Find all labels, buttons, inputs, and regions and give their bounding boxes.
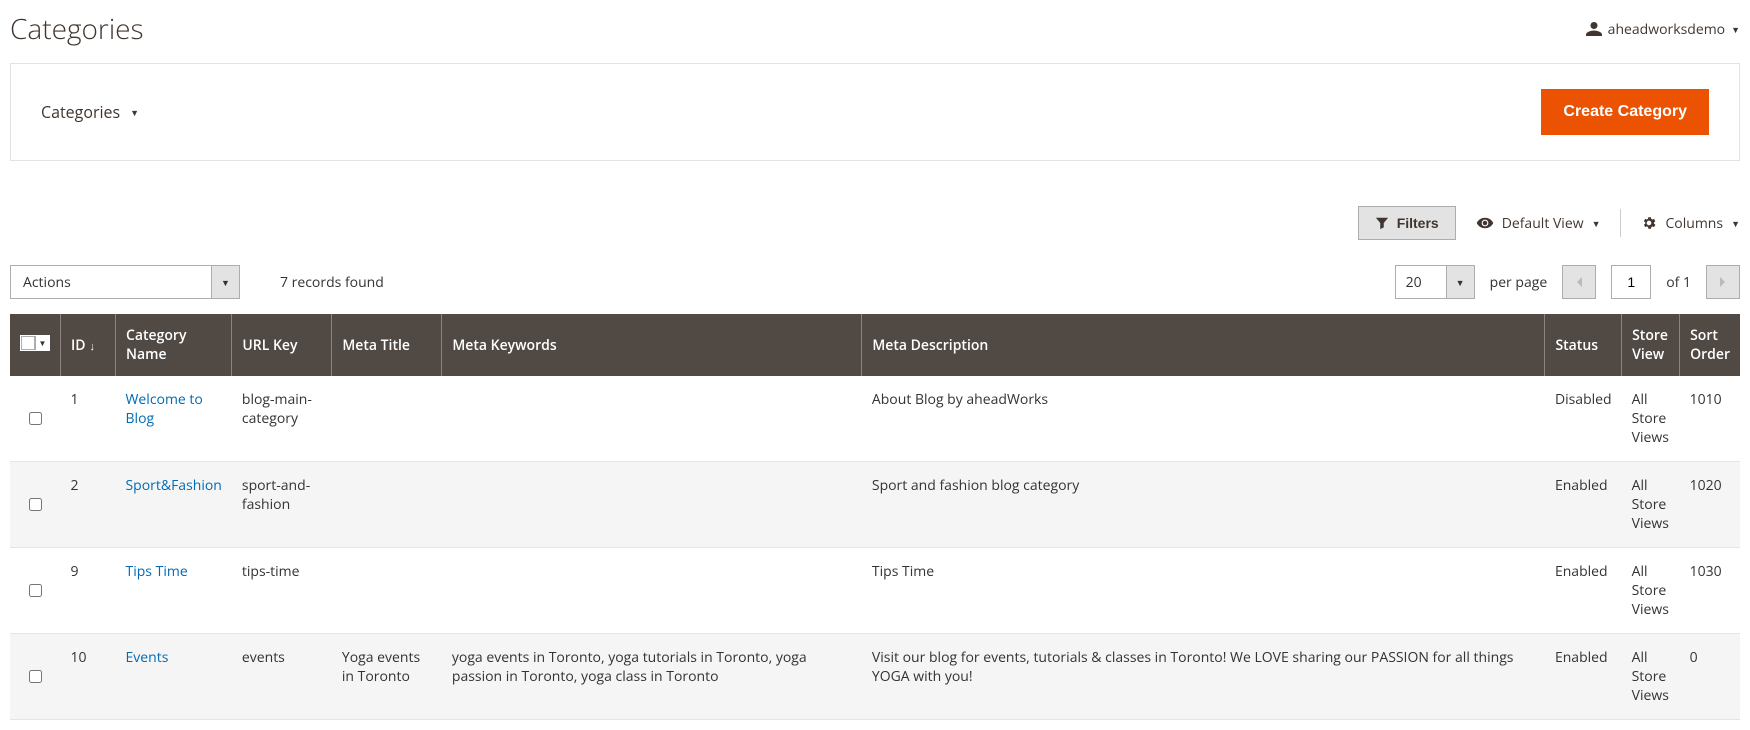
- col-category-name[interactable]: Category Name: [116, 314, 232, 376]
- col-status[interactable]: Status: [1545, 314, 1622, 376]
- actions-select[interactable]: Actions ▼: [10, 265, 240, 299]
- cell-urlkey: sport-and-fashion: [232, 462, 332, 548]
- table-row[interactable]: 2 Sport&Fashion sport-and-fashion Sport and…: [10, 462, 1740, 548]
- cell-meta-description: Tips Time: [862, 548, 1545, 634]
- chevron-right-icon: [1718, 276, 1728, 288]
- col-meta-description[interactable]: Meta Description: [862, 314, 1545, 376]
- cell-id: 1: [61, 376, 116, 462]
- prev-page-button[interactable]: [1562, 265, 1596, 299]
- category-link[interactable]: Tips Time: [126, 562, 188, 581]
- actions-toggle[interactable]: ▼: [211, 266, 239, 298]
- cell-meta-description: About Blog by aheadWorks: [862, 376, 1545, 462]
- cell-id: 2: [61, 462, 116, 548]
- cell-status: Disabled: [1545, 376, 1622, 462]
- per-page-select[interactable]: 20 ▼: [1395, 265, 1475, 299]
- per-page-toggle[interactable]: ▼: [1446, 266, 1474, 298]
- cell-meta-title: Yoga events in Toronto: [332, 634, 442, 720]
- cell-meta-title: [332, 462, 442, 548]
- cell-sort-order: 1030: [1680, 548, 1740, 634]
- cell-status: Enabled: [1545, 634, 1622, 720]
- category-link[interactable]: Welcome to Blog: [126, 390, 203, 428]
- cell-urlkey: blog-main-category: [232, 376, 332, 462]
- user-icon: [1586, 21, 1602, 37]
- cell-status: Enabled: [1545, 548, 1622, 634]
- table-row[interactable]: 1 Welcome to Blog blog-main-category About …: [10, 376, 1740, 462]
- of-pages-label: of 1: [1666, 273, 1691, 292]
- cell-sort-order: 0: [1680, 634, 1740, 720]
- sort-down-icon: ↓: [90, 339, 96, 354]
- actions-label: Actions: [11, 266, 211, 298]
- col-meta-title[interactable]: Meta Title: [332, 314, 442, 376]
- row-checkbox[interactable]: [29, 670, 42, 683]
- filters-button[interactable]: Filters: [1358, 206, 1456, 240]
- page-input[interactable]: [1611, 265, 1651, 299]
- caret-down-icon: ▼: [221, 276, 230, 289]
- cell-meta-description: Visit our blog for events, tutorials & c…: [862, 634, 1545, 720]
- cell-meta-title: [332, 548, 442, 634]
- funnel-icon: [1375, 216, 1389, 230]
- gear-icon: [1641, 215, 1657, 231]
- cell-sort-order: 1010: [1680, 376, 1740, 462]
- cell-store-view: All Store Views: [1622, 634, 1680, 720]
- columns-button[interactable]: Columns ▼: [1641, 214, 1740, 233]
- category-link[interactable]: Sport&Fashion: [126, 476, 222, 495]
- user-menu[interactable]: aheadworksdemo ▼: [1586, 20, 1740, 39]
- default-view-button[interactable]: Default View ▼: [1476, 214, 1601, 233]
- col-sort-order[interactable]: Sort Order: [1680, 314, 1740, 376]
- caret-down-icon: ▼: [130, 106, 139, 119]
- table-row[interactable]: 10 Events eventsYoga events in Torontoyoga…: [10, 634, 1740, 720]
- cell-store-view: All Store Views: [1622, 376, 1680, 462]
- next-page-button[interactable]: [1706, 265, 1740, 299]
- table-row[interactable]: 9Tips Timetips-timeTips TimeEnabledAll S…: [10, 548, 1740, 634]
- default-view-label: Default View: [1502, 214, 1584, 233]
- dropdown-label: Categories: [41, 101, 120, 123]
- records-found: 7 records found: [280, 273, 384, 292]
- row-checkbox[interactable]: [29, 584, 42, 597]
- cell-id: 10: [61, 634, 116, 720]
- cell-status: Enabled: [1545, 462, 1622, 548]
- caret-down-icon: ▼: [1731, 217, 1740, 230]
- filters-label: Filters: [1397, 215, 1439, 231]
- user-name: aheadworksdemo: [1608, 20, 1725, 39]
- cell-urlkey: events: [232, 634, 332, 720]
- caret-down-icon: ▼: [1592, 217, 1601, 230]
- categories-table: ▼ ID↓ Category Name URL Key Meta Title M…: [10, 314, 1740, 720]
- row-checkbox[interactable]: [29, 412, 42, 425]
- cell-store-view: All Store Views: [1622, 462, 1680, 548]
- col-checkbox[interactable]: ▼: [10, 314, 61, 376]
- row-checkbox[interactable]: [29, 498, 42, 511]
- cell-meta-title: [332, 376, 442, 462]
- category-link[interactable]: Events: [126, 648, 169, 667]
- cell-meta-description: Sport and fashion blog category: [862, 462, 1545, 548]
- eye-icon: [1476, 214, 1494, 232]
- cell-meta-keywords: [442, 376, 862, 462]
- columns-label: Columns: [1665, 214, 1723, 233]
- cell-meta-keywords: [442, 462, 862, 548]
- cell-meta-keywords: yoga events in Toronto, yoga tutorials i…: [442, 634, 862, 720]
- cell-sort-order: 1020: [1680, 462, 1740, 548]
- caret-down-icon: ▼: [1456, 276, 1465, 289]
- cell-meta-keywords: [442, 548, 862, 634]
- col-id[interactable]: ID↓: [61, 314, 116, 376]
- divider: [1620, 209, 1621, 237]
- categories-dropdown[interactable]: Categories ▼: [41, 101, 139, 123]
- col-url-key[interactable]: URL Key: [232, 314, 332, 376]
- per-page-label: per page: [1490, 273, 1548, 292]
- cell-id: 9: [61, 548, 116, 634]
- col-store-view[interactable]: Store View: [1622, 314, 1680, 376]
- page-title: Categories: [10, 10, 144, 48]
- caret-down-icon: ▼: [1731, 23, 1740, 36]
- chevron-left-icon: [1574, 276, 1584, 288]
- cell-urlkey: tips-time: [232, 548, 332, 634]
- cell-store-view: All Store Views: [1622, 548, 1680, 634]
- create-category-button[interactable]: Create Category: [1541, 89, 1709, 135]
- per-page-value: 20: [1396, 266, 1446, 298]
- col-meta-keywords[interactable]: Meta Keywords: [442, 314, 862, 376]
